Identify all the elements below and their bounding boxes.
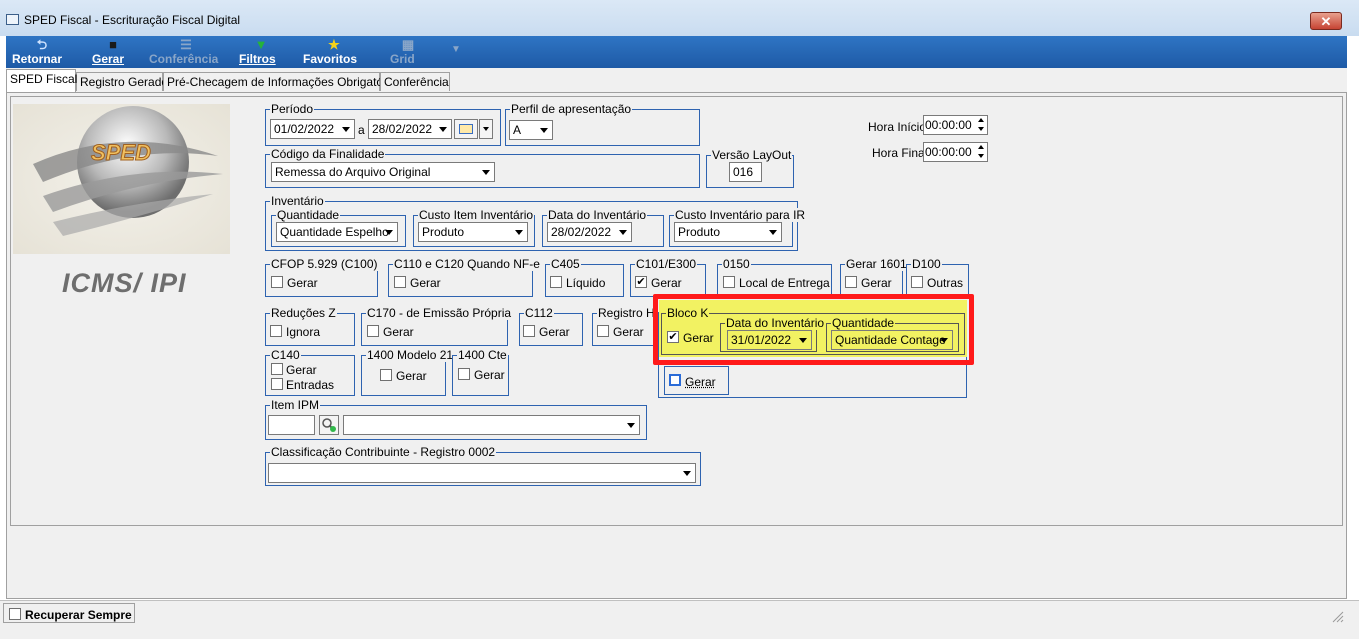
retornar-button[interactable]: ⮌ Retornar (12, 36, 72, 68)
gerar-button[interactable]: ■ Gerar (92, 36, 134, 68)
chevron-down-icon (769, 230, 777, 235)
c140-gerar-checkbox[interactable] (271, 363, 283, 375)
cfop-checkbox[interactable] (271, 276, 283, 288)
star-icon: ★ (303, 38, 365, 52)
r1400cte-label: Gerar (474, 368, 505, 382)
itemipm-select[interactable] (343, 415, 640, 435)
c101-label: Gerar (651, 276, 682, 290)
tab-pre-checagem[interactable]: Pré-Checagem de Informações Obrigatórias (163, 72, 380, 91)
grid-button[interactable]: ▦ Grid (390, 36, 426, 68)
g1601-checkbox[interactable] (845, 276, 857, 288)
versao-field[interactable]: 016 (729, 162, 762, 182)
registroh-label: Gerar (613, 325, 644, 339)
classif-select[interactable] (268, 463, 696, 483)
toolbar-overflow-icon[interactable]: ▼ (451, 44, 461, 55)
hora-inicio-label: Hora Início (868, 120, 926, 134)
c170-label: Gerar (383, 325, 414, 339)
chevron-down-icon (515, 230, 523, 235)
itemipm-search-button[interactable] (319, 415, 339, 435)
c405-label: Líquido (566, 276, 605, 290)
r1400cte-checkbox[interactable] (458, 368, 470, 380)
window-title: SPED Fiscal - Escrituração Fiscal Digita… (24, 13, 240, 27)
c110-checkbox[interactable] (394, 276, 406, 288)
close-button[interactable]: ✕ (1310, 12, 1342, 30)
app-icon (6, 14, 19, 25)
r0150-label: Local de Entrega (739, 276, 830, 290)
c101-checkbox[interactable]: ✔ (635, 276, 647, 288)
list-icon: ☰ (149, 38, 223, 52)
chevron-down-icon (342, 127, 350, 132)
save-icon: ■ (92, 38, 134, 52)
c112-checkbox[interactable] (523, 325, 535, 337)
recuperar-label: Recuperar Sempre (25, 608, 132, 622)
sped-globe-icon (13, 104, 230, 254)
reducoes-label: Ignora (286, 325, 320, 339)
grid-icon: ▦ (390, 38, 426, 52)
search-icon (320, 416, 338, 434)
c140-entradas-checkbox[interactable] (271, 378, 283, 390)
cfop-label: Gerar (287, 276, 318, 290)
chevron-down-icon (683, 471, 691, 476)
g1601-label: Gerar (861, 276, 892, 290)
return-icon: ⮌ (12, 38, 72, 52)
chevron-down-icon (385, 230, 393, 235)
inv-custo-select[interactable]: Produto (418, 222, 528, 242)
resize-grip-icon[interactable] (1330, 609, 1344, 623)
sped-window: SPED Fiscal - Escrituração Fiscal Digita… (0, 0, 1359, 638)
perfil-select[interactable]: A (509, 120, 553, 140)
hora-inicio-spinner[interactable]: 00:00:00 (923, 115, 988, 135)
conferencia-button[interactable]: ☰ Conferência (149, 36, 223, 68)
d100-label: Outras (927, 276, 963, 290)
chevron-down-icon (619, 230, 627, 235)
filter-icon: ▼ (239, 38, 283, 52)
c170-checkbox[interactable] (367, 325, 379, 337)
r1400m21-label: Gerar (396, 369, 427, 383)
chevron-down-icon (439, 127, 447, 132)
tab-conferencia[interactable]: Conferência (380, 72, 450, 91)
calendar-icon (459, 124, 473, 134)
chevron-down-icon (540, 128, 548, 133)
registroh-checkbox[interactable] (597, 325, 609, 337)
hora-final-label: Hora Final (872, 146, 927, 160)
itemipm-code-field[interactable] (268, 415, 315, 435)
tab-strip: SPED Fiscal Registro Gerado Pré-Checagem… (6, 68, 1347, 92)
sped-logo: SPED (13, 104, 230, 254)
hora-final-spinner[interactable]: 00:00:00 (923, 142, 988, 162)
r1400m21-checkbox[interactable] (380, 369, 392, 381)
finalidade-select[interactable]: Remessa do Arquivo Original (271, 162, 495, 182)
logo-sped-text: SPED (91, 140, 151, 166)
inv-quantidade-select[interactable]: Quantidade Espelho (276, 222, 398, 242)
periodo-to-select[interactable]: 28/02/2022 (368, 119, 452, 139)
chevron-down-icon (482, 170, 490, 175)
filtros-button[interactable]: ▼ Filtros (239, 36, 283, 68)
periodo-from-select[interactable]: 01/02/2022 (270, 119, 355, 139)
highlight-frame (653, 294, 974, 365)
recuperar-panel: Recuperar Sempre (3, 603, 135, 623)
c140-gerar-label: Gerar (286, 363, 317, 377)
favoritos-button[interactable]: ★ Favoritos (303, 36, 365, 68)
inv-data-select[interactable]: 28/02/2022 (547, 222, 632, 242)
chevron-down-icon (627, 423, 635, 428)
chevron-down-icon (483, 127, 489, 131)
c405-checkbox[interactable] (550, 276, 562, 288)
title-bar: SPED Fiscal - Escrituração Fiscal Digita… (0, 0, 1359, 36)
r0150-checkbox[interactable] (723, 276, 735, 288)
c112-label: Gerar (539, 325, 570, 339)
logo-caption: ICMS/ IPI (62, 268, 187, 299)
c140-entradas-label: Entradas (286, 378, 334, 392)
periodo-separator: a (358, 123, 365, 137)
calendar-dropdown-button[interactable] (479, 119, 493, 139)
toolbar: ⮌ Retornar ■ Gerar ☰ Conferência ▼ Filtr… (6, 36, 1347, 68)
tab-registro-gerado[interactable]: Registro Gerado (76, 72, 163, 91)
c110-label: Gerar (410, 276, 441, 290)
blocok-0210-label: Gerar (685, 375, 716, 389)
calendar-button[interactable] (454, 119, 478, 139)
recuperar-checkbox[interactable] (9, 608, 21, 620)
blocok-0210-checkbox[interactable] (669, 374, 681, 386)
status-bar: Recuperar Sempre (0, 600, 1359, 639)
inv-custo-ir-select[interactable]: Produto (674, 222, 782, 242)
reducoes-checkbox[interactable] (270, 325, 282, 337)
d100-checkbox[interactable] (911, 276, 923, 288)
tab-sped-fiscal[interactable]: SPED Fiscal (6, 69, 76, 92)
